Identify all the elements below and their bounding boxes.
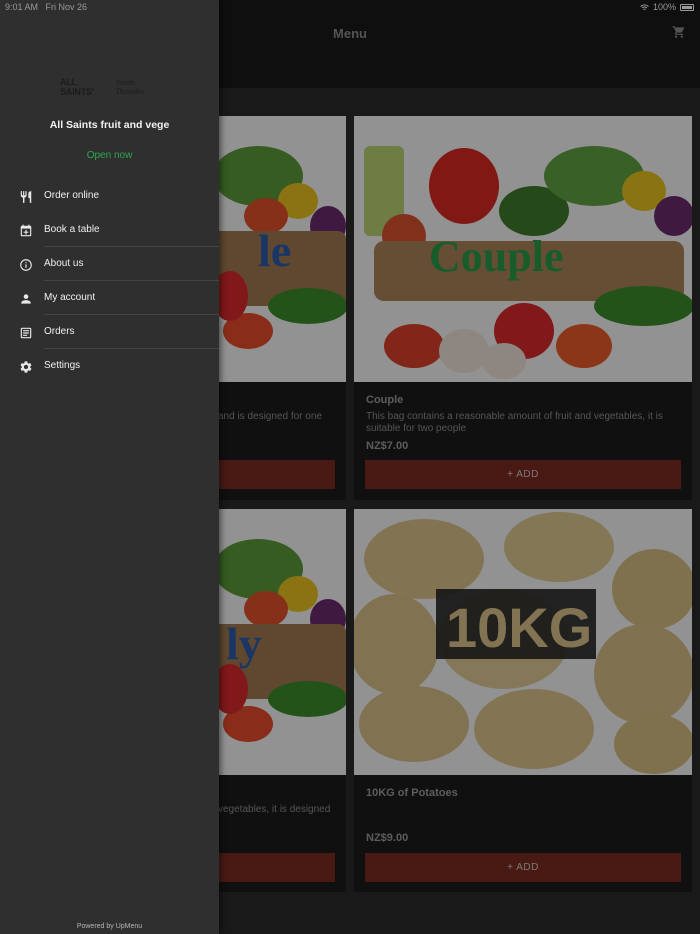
drawer-item-book-a-table[interactable]: Book a table (0, 213, 219, 247)
status-right: 100% (640, 2, 694, 12)
drawer-menu: Order online Book a table About us My ac… (0, 179, 219, 383)
open-status: Open now (86, 150, 133, 161)
drawer-item-label: Order online (44, 190, 100, 201)
receipt-icon (20, 327, 32, 339)
battery-percent: 100% (652, 2, 676, 12)
gear-icon (20, 361, 32, 373)
cutlery-icon (20, 191, 32, 203)
powered-by[interactable]: Powered by UpMenu (0, 923, 219, 930)
drawer-item-settings[interactable]: Settings (0, 349, 219, 383)
person-icon (21, 294, 31, 304)
drawer-item-label: About us (44, 258, 84, 269)
drawer-item-label: My account (44, 292, 96, 303)
battery-icon (680, 3, 694, 11)
status-bar: 9:01 AM Fri Nov 26 100% (0, 0, 700, 14)
info-icon (20, 259, 32, 271)
wifi-icon (640, 3, 649, 10)
drawer-item-my-account[interactable]: My account (0, 281, 219, 315)
navigation-drawer: ALL SAINTS' North Dunedin All Saints fru… (0, 0, 219, 934)
drawer-item-orders[interactable]: Orders (0, 315, 219, 349)
drawer-item-order-online[interactable]: Order online (0, 179, 219, 213)
drawer-item-about-us[interactable]: About us (0, 247, 219, 281)
drawer-item-label: Settings (44, 360, 81, 371)
status-time: 9:01 AM Fri Nov 26 (5, 2, 88, 12)
drawer-item-label: Book a table (44, 224, 100, 235)
calendar-icon (20, 224, 32, 237)
store-logo: ALL SAINTS' North Dunedin (60, 77, 144, 97)
store-name: All Saints fruit and vege (49, 119, 170, 131)
drawer-item-label: Orders (44, 326, 75, 337)
